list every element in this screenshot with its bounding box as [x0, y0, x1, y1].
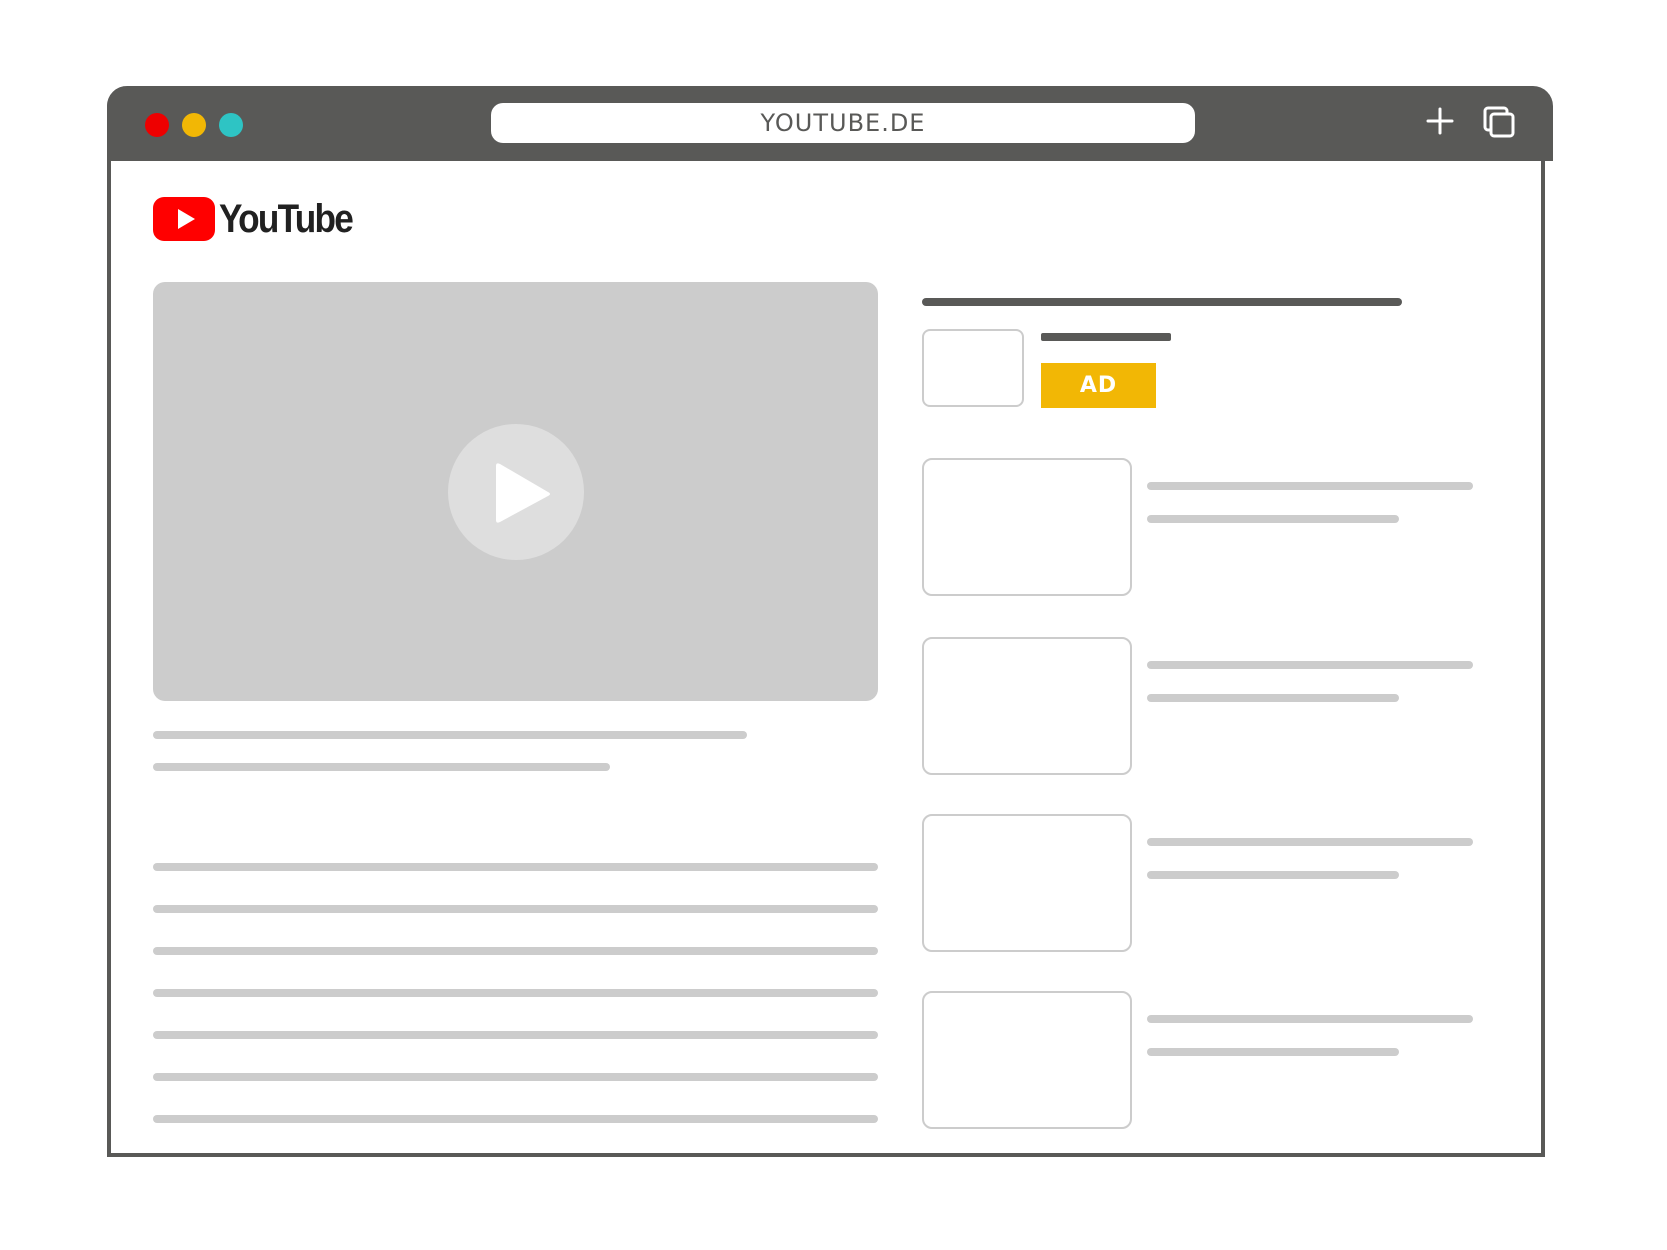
recommended-video-title-placeholder: [1147, 661, 1473, 669]
maximize-window-button[interactable]: [219, 113, 243, 137]
video-meta-placeholder: [153, 763, 610, 771]
description-line: [153, 1073, 878, 1081]
recommended-video-title-placeholder: [1147, 482, 1473, 490]
ad-badge: AD: [1041, 363, 1156, 408]
description-line: [153, 1115, 878, 1123]
plus-icon[interactable]: [1425, 106, 1455, 136]
description-line: [153, 947, 878, 955]
play-button[interactable]: [448, 424, 584, 560]
description-line: [153, 1031, 878, 1039]
description-line: [153, 989, 878, 997]
recommended-video-thumbnail[interactable]: [922, 458, 1132, 596]
recommended-video-title-placeholder: [1147, 1015, 1473, 1023]
minimize-window-button[interactable]: [182, 113, 206, 137]
address-bar[interactable]: YOUTUBE.DE: [491, 103, 1195, 143]
ad-thumbnail[interactable]: [922, 329, 1024, 407]
youtube-play-logo-icon: [153, 197, 215, 241]
recommended-video-thumbnail[interactable]: [922, 991, 1132, 1129]
recommended-video-thumbnail[interactable]: [922, 814, 1132, 952]
youtube-logo[interactable]: YouTube: [153, 196, 370, 242]
recommended-video-title-placeholder: [1147, 838, 1473, 846]
close-window-button[interactable]: [145, 113, 169, 137]
play-icon: [496, 463, 550, 523]
recommended-video-thumbnail[interactable]: [922, 637, 1132, 775]
description-line: [153, 863, 878, 871]
ad-title-placeholder: [1041, 333, 1171, 341]
browser-window: YOUTUBE.DE YouTube AD: [107, 86, 1553, 1157]
video-title-placeholder: [153, 731, 747, 739]
youtube-logo-text: YouTube: [219, 197, 354, 241]
description-line: [153, 905, 878, 913]
recommended-video-meta-placeholder: [1147, 1048, 1399, 1056]
tabs-icon[interactable]: [1483, 106, 1515, 138]
address-bar-url: YOUTUBE.DE: [760, 109, 926, 137]
browser-titlebar: YOUTUBE.DE: [107, 86, 1553, 161]
recommended-video-meta-placeholder: [1147, 515, 1399, 523]
recommended-video-meta-placeholder: [1147, 871, 1399, 879]
ad-badge-label: AD: [1079, 373, 1118, 398]
video-player[interactable]: [153, 282, 878, 701]
sidebar-header-placeholder: [922, 298, 1402, 306]
screen: YOUTUBE.DE YouTube AD: [0, 0, 1667, 1250]
recommended-video-meta-placeholder: [1147, 694, 1399, 702]
